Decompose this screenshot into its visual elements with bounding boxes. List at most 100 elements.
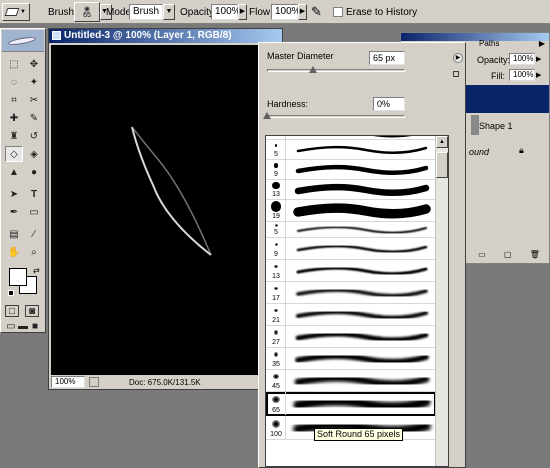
brush-preset-picker[interactable]: 65 — [74, 2, 100, 22]
swap-colors-icon[interactable]: ⇄ — [33, 266, 40, 275]
triangle-right-icon: ▶ — [536, 72, 542, 79]
airbrush-icon[interactable]: ✎ — [311, 3, 322, 21]
scroll-up-arrow[interactable]: ▲ — [436, 136, 448, 148]
brush-size-label: 3 — [266, 136, 286, 138]
brush-list-scrollbar[interactable]: ▲ — [435, 136, 448, 466]
tab-paths[interactable]: Paths — [479, 39, 499, 48]
standard-mode-icon[interactable]: □ — [5, 305, 19, 317]
brush-tip-dot — [272, 181, 280, 190]
brush-row[interactable]: 13 — [266, 180, 436, 200]
history-brush-tool-icon[interactable]: ↺ — [25, 128, 43, 144]
brush-row[interactable]: 21 — [266, 304, 436, 326]
dodge-tool-icon[interactable]: ● — [25, 164, 43, 180]
screen-mode-full-icon[interactable]: ■ — [29, 321, 41, 332]
layer-fill-value[interactable]: 100% — [509, 69, 535, 81]
brush-tip-dot — [274, 243, 278, 246]
tool-preset-picker[interactable]: ▼ — [2, 3, 30, 21]
brush-size-label: 21 — [272, 317, 280, 324]
layer-opacity-value[interactable]: 100% — [509, 53, 535, 65]
marquee-tool-icon[interactable]: ⬚ — [5, 56, 23, 72]
toolbox-header[interactable] — [2, 30, 44, 52]
triangle-right-icon: ▶ — [238, 4, 247, 20]
shape-tool-icon[interactable]: ▭ — [25, 204, 43, 220]
notes-tool-icon[interactable]: ▤ — [5, 226, 23, 242]
trash-icon[interactable]: 🗑︎ — [530, 250, 540, 259]
brush-row[interactable]: 45 — [266, 370, 436, 392]
brush-list[interactable]: 35913195913172127354565100 ▲ — [265, 135, 449, 467]
options-bar: ▼ Brush: 65 ▼ Mode: Brush ▼ Opacity: 100… — [0, 0, 550, 24]
master-diameter-slider[interactable] — [267, 69, 405, 72]
canvas[interactable] — [51, 45, 280, 375]
erase-history-checkbox[interactable] — [333, 3, 343, 21]
brush-preset-picker-panel: Master Diameter 65 px ▶ Hardness: 0% 359… — [258, 42, 466, 468]
brush-stroke-preview — [296, 226, 428, 234]
mode-select[interactable]: Brush ▼ — [129, 3, 175, 21]
screen-mode-standard-icon[interactable]: ▭ — [5, 321, 17, 332]
zoom-tool-icon[interactable]: ⌕ — [25, 244, 43, 260]
hardness-slider[interactable] — [267, 115, 405, 118]
status-menu-icon[interactable] — [89, 377, 99, 387]
brush-stroke-path — [296, 288, 428, 298]
lasso-tool-icon[interactable]: ◌ — [5, 74, 23, 90]
healing-brush-tool-icon[interactable]: ✚ — [5, 110, 23, 126]
document-titlebar[interactable]: Untitled-3 @ 100% (Layer 1, RGB/8) — [49, 29, 282, 43]
hardness-thumb[interactable] — [263, 112, 271, 119]
quick-mask-icon[interactable]: ◙ — [25, 305, 39, 317]
eyedropper-tool-icon[interactable]: ⁄ — [25, 226, 43, 242]
use-sample-size-icon[interactable] — [453, 71, 459, 77]
picker-menu-icon[interactable]: ▶ — [453, 53, 463, 63]
default-colors-icon[interactable] — [8, 290, 14, 296]
brush-stroke-preview — [296, 288, 428, 298]
brush-stroke-preview — [296, 145, 428, 154]
brush-row[interactable]: 35 — [266, 348, 436, 370]
slice-tool-icon[interactable]: ✂ — [25, 92, 43, 108]
zoom-field[interactable]: 100% — [51, 376, 85, 388]
hand-tool-icon[interactable]: ✋ — [5, 244, 23, 260]
panel-menu-icon[interactable]: ▶ — [539, 39, 545, 48]
brush-tip-cell: 65 — [266, 392, 286, 415]
screen-mode-full-menu-icon[interactable]: ▬ — [17, 321, 29, 332]
brush-row[interactable]: 9 — [266, 160, 436, 180]
clone-stamp-tool-icon[interactable]: ♜ — [5, 128, 23, 144]
type-tool-icon[interactable]: T — [25, 186, 43, 202]
magic-wand-tool-icon[interactable]: ✦ — [25, 74, 43, 90]
blur-tool-icon[interactable]: ▲ — [5, 164, 23, 180]
brush-stroke-path — [295, 353, 429, 365]
eraser-tool-icon[interactable]: ◇ — [5, 146, 23, 162]
master-diameter-field[interactable]: 65 px — [369, 51, 405, 65]
foreground-color-swatch[interactable] — [9, 268, 27, 286]
master-diameter-thumb[interactable] — [308, 66, 317, 73]
brush-stroke-path — [295, 310, 429, 320]
brush-tip-dot — [272, 395, 280, 404]
layers-panel-titlebar[interactable] — [401, 33, 549, 41]
brush-row[interactable]: 65 — [266, 392, 436, 416]
brush-row[interactable]: 5 — [266, 222, 436, 238]
brush-row[interactable]: 27 — [266, 326, 436, 348]
flow-field[interactable]: 100% ▶ — [271, 3, 307, 21]
brush-row[interactable]: 17 — [266, 282, 436, 304]
layer-name-shape[interactable]: Shape 1 — [479, 121, 513, 131]
brush-size-label: 5 — [274, 151, 278, 158]
new-group-icon[interactable]: ▭ — [478, 250, 486, 259]
move-tool-icon[interactable]: ✥ — [25, 56, 43, 72]
brush-row[interactable]: 19 — [266, 200, 436, 222]
brush-tool-icon[interactable]: ✎ — [25, 110, 43, 126]
layers-footer: ▭ ▢ 🗑︎ — [469, 245, 549, 263]
brush-row[interactable]: 9 — [266, 238, 436, 260]
layer-name-background[interactable]: ound — [469, 147, 489, 157]
crop-tool-icon[interactable]: ⌗ — [5, 92, 23, 108]
brush-stroke-path — [296, 145, 428, 154]
paint-bucket-tool-icon[interactable]: ◈ — [25, 146, 43, 162]
brush-size: 65 — [83, 11, 91, 19]
pen-tool-icon[interactable]: ✒ — [5, 204, 23, 220]
hardness-field[interactable]: 0% — [373, 97, 405, 111]
new-layer-icon[interactable]: ▢ — [504, 250, 512, 259]
scroll-thumb[interactable] — [436, 152, 448, 178]
brush-tip-dot — [274, 308, 278, 313]
path-selection-tool-icon[interactable]: ➤ — [5, 186, 23, 202]
brush-row[interactable]: 5 — [266, 140, 436, 160]
brush-tip-dot — [273, 330, 279, 335]
toolbox: ⬚ ✥ ◌ ✦ ⌗ ✂ ✚ ✎ ♜ ↺ ◇ ◈ ▲ ● ➤ T ✒ ▭ ▤ ⁄ … — [0, 28, 46, 333]
brush-row[interactable]: 13 — [266, 260, 436, 282]
opacity-field[interactable]: 100% ▶ — [211, 3, 247, 21]
